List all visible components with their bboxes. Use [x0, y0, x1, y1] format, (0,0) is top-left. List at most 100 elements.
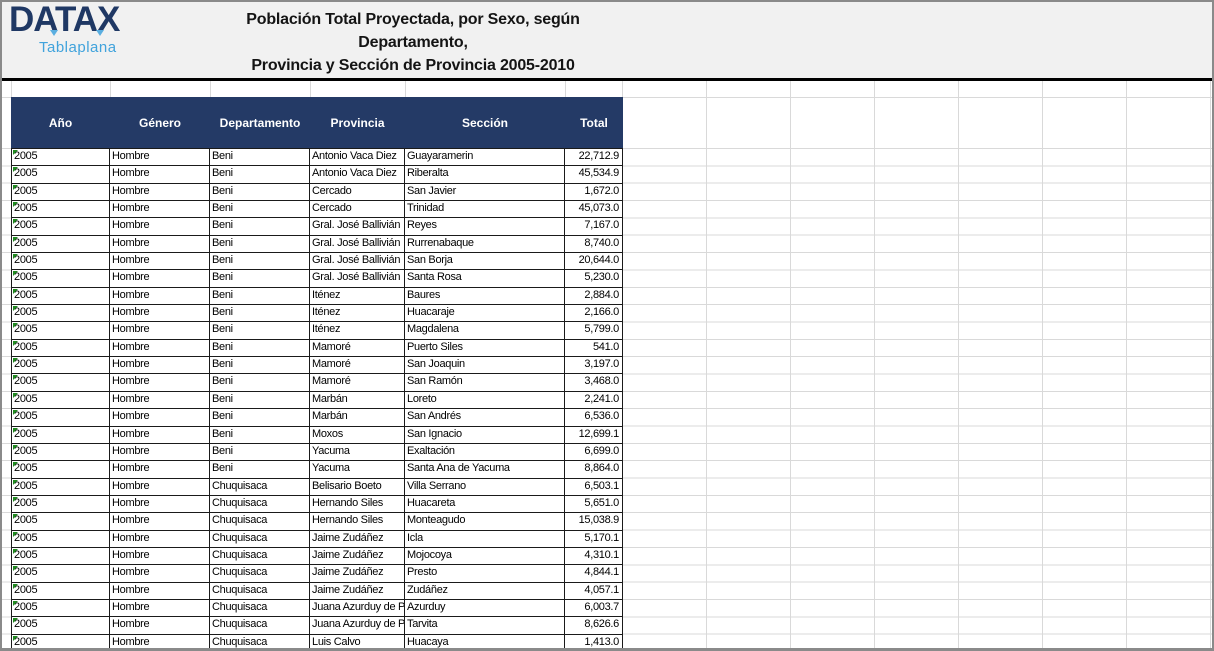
cell-provincia[interactable]: Iténez	[310, 322, 405, 339]
cell-departamento[interactable]: Beni	[210, 340, 310, 357]
cell-total[interactable]: 541.0	[565, 340, 623, 357]
cell-provincia[interactable]: Belisario Boeto	[310, 479, 405, 496]
cell-genero[interactable]: Hombre	[110, 600, 210, 617]
cell-seccion[interactable]: Villa Serrano	[405, 479, 565, 496]
cell-provincia[interactable]: Marbán	[310, 409, 405, 426]
cell-departamento[interactable]: Chuquisaca	[210, 513, 310, 530]
cell-departamento[interactable]: Beni	[210, 409, 310, 426]
cell-genero[interactable]: Hombre	[110, 236, 210, 253]
cell-total[interactable]: 8,740.0	[565, 236, 623, 253]
cell-total[interactable]: 3,468.0	[565, 374, 623, 391]
cell-departamento[interactable]: Beni	[210, 427, 310, 444]
cell-ano[interactable]: 2005	[11, 635, 110, 651]
cell-genero[interactable]: Hombre	[110, 479, 210, 496]
cell-genero[interactable]: Hombre	[110, 444, 210, 461]
cell-provincia[interactable]: Cercado	[310, 184, 405, 201]
cell-total[interactable]: 20,644.0	[565, 253, 623, 270]
cell-seccion[interactable]: San Joaquin	[405, 357, 565, 374]
cell-provincia[interactable]: Jaime Zudáñez	[310, 565, 405, 582]
cell-ano[interactable]: 2005	[11, 409, 110, 426]
cell-ano[interactable]: 2005	[11, 201, 110, 218]
cell-ano[interactable]: 2005	[11, 270, 110, 287]
cell-ano[interactable]: 2005	[11, 461, 110, 478]
cell-seccion[interactable]: Guayaramerin	[405, 149, 565, 166]
cell-departamento[interactable]: Beni	[210, 357, 310, 374]
cell-genero[interactable]: Hombre	[110, 427, 210, 444]
cell-seccion[interactable]: Rurrenabaque	[405, 236, 565, 253]
cell-total[interactable]: 5,651.0	[565, 496, 623, 513]
cell-provincia[interactable]: Juana Azurduy de Pa	[310, 617, 405, 634]
cell-genero[interactable]: Hombre	[110, 322, 210, 339]
cell-departamento[interactable]: Chuquisaca	[210, 583, 310, 600]
cell-total[interactable]: 2,241.0	[565, 392, 623, 409]
cell-seccion[interactable]: Zudáñez	[405, 583, 565, 600]
cell-ano[interactable]: 2005	[11, 565, 110, 582]
cell-total[interactable]: 2,166.0	[565, 305, 623, 322]
cell-departamento[interactable]: Chuquisaca	[210, 635, 310, 651]
cell-genero[interactable]: Hombre	[110, 548, 210, 565]
cell-genero[interactable]: Hombre	[110, 374, 210, 391]
cell-seccion[interactable]: San Andrés	[405, 409, 565, 426]
cell-total[interactable]: 5,799.0	[565, 322, 623, 339]
cell-ano[interactable]: 2005	[11, 444, 110, 461]
cell-genero[interactable]: Hombre	[110, 496, 210, 513]
cell-provincia[interactable]: Hernando Siles	[310, 496, 405, 513]
cell-genero[interactable]: Hombre	[110, 270, 210, 287]
cell-ano[interactable]: 2005	[11, 288, 110, 305]
cell-genero[interactable]: Hombre	[110, 357, 210, 374]
cell-provincia[interactable]: Iténez	[310, 305, 405, 322]
cell-seccion[interactable]: Huacaya	[405, 635, 565, 651]
cell-departamento[interactable]: Chuquisaca	[210, 548, 310, 565]
cell-provincia[interactable]: Yacuma	[310, 444, 405, 461]
cell-seccion[interactable]: Mojocoya	[405, 548, 565, 565]
cell-total[interactable]: 2,884.0	[565, 288, 623, 305]
cell-total[interactable]: 15,038.9	[565, 513, 623, 530]
cell-seccion[interactable]: Loreto	[405, 392, 565, 409]
cell-total[interactable]: 8,626.6	[565, 617, 623, 634]
cell-seccion[interactable]: Trinidad	[405, 201, 565, 218]
cell-departamento[interactable]: Beni	[210, 270, 310, 287]
cell-departamento[interactable]: Chuquisaca	[210, 479, 310, 496]
cell-total[interactable]: 5,170.1	[565, 531, 623, 548]
cell-ano[interactable]: 2005	[11, 479, 110, 496]
cell-ano[interactable]: 2005	[11, 340, 110, 357]
cell-departamento[interactable]: Beni	[210, 201, 310, 218]
cell-provincia[interactable]: Gral. José Ballivián	[310, 253, 405, 270]
cell-genero[interactable]: Hombre	[110, 184, 210, 201]
cell-ano[interactable]: 2005	[11, 218, 110, 235]
cell-departamento[interactable]: Chuquisaca	[210, 531, 310, 548]
cell-seccion[interactable]: Tarvita	[405, 617, 565, 634]
column-header-provincia[interactable]: Provincia	[310, 116, 405, 130]
cell-seccion[interactable]: Riberalta	[405, 166, 565, 183]
cell-departamento[interactable]: Chuquisaca	[210, 600, 310, 617]
cell-seccion[interactable]: Huacaraje	[405, 305, 565, 322]
cell-total[interactable]: 6,503.1	[565, 479, 623, 496]
cell-ano[interactable]: 2005	[11, 583, 110, 600]
cell-ano[interactable]: 2005	[11, 184, 110, 201]
cell-total[interactable]: 5,230.0	[565, 270, 623, 287]
cell-provincia[interactable]: Iténez	[310, 288, 405, 305]
cell-provincia[interactable]: Mamoré	[310, 340, 405, 357]
cell-provincia[interactable]: Antonio Vaca Diez	[310, 166, 405, 183]
cell-departamento[interactable]: Beni	[210, 236, 310, 253]
cell-departamento[interactable]: Beni	[210, 166, 310, 183]
cell-genero[interactable]: Hombre	[110, 340, 210, 357]
cell-ano[interactable]: 2005	[11, 357, 110, 374]
cell-departamento[interactable]: Chuquisaca	[210, 496, 310, 513]
cell-ano[interactable]: 2005	[11, 374, 110, 391]
cell-departamento[interactable]: Beni	[210, 149, 310, 166]
cell-ano[interactable]: 2005	[11, 427, 110, 444]
cell-total[interactable]: 1,413.0	[565, 635, 623, 651]
cell-departamento[interactable]: Chuquisaca	[210, 617, 310, 634]
column-header-genero[interactable]: Género	[110, 116, 210, 130]
cell-genero[interactable]: Hombre	[110, 392, 210, 409]
cell-ano[interactable]: 2005	[11, 149, 110, 166]
cell-departamento[interactable]: Beni	[210, 322, 310, 339]
cell-provincia[interactable]: Moxos	[310, 427, 405, 444]
cell-genero[interactable]: Hombre	[110, 513, 210, 530]
cell-seccion[interactable]: Exaltación	[405, 444, 565, 461]
cell-seccion[interactable]: Icla	[405, 531, 565, 548]
cell-ano[interactable]: 2005	[11, 392, 110, 409]
cell-provincia[interactable]: Marbán	[310, 392, 405, 409]
cell-seccion[interactable]: Huacareta	[405, 496, 565, 513]
